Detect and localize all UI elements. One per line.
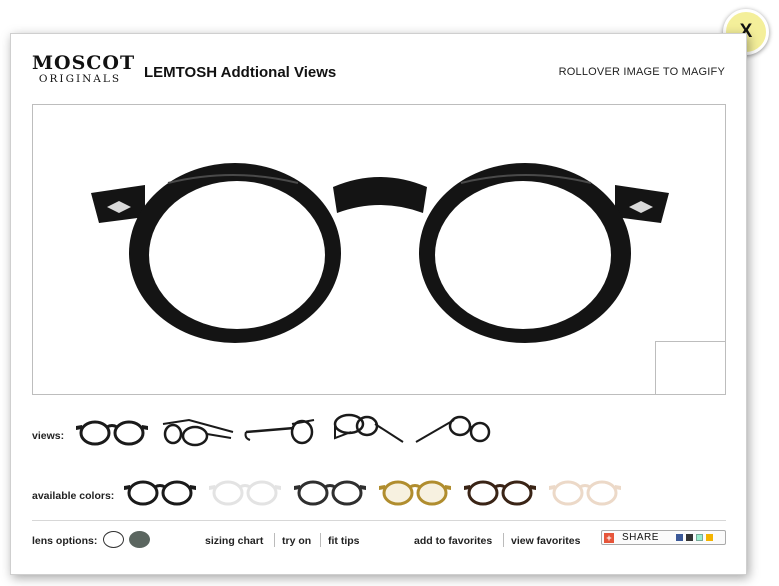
main-glasses-image[interactable] <box>33 105 727 396</box>
moscot-logo: MOSCOT ORIGINALS <box>32 52 136 85</box>
view-thumb-perspective[interactable] <box>414 412 492 448</box>
share-label: SHARE <box>622 532 659 543</box>
fit-tips-link[interactable]: fit tips <box>328 535 360 547</box>
view-thumb-front[interactable] <box>74 414 150 448</box>
zoom-preview-box <box>655 341 726 395</box>
lens-option-clear[interactable] <box>103 531 124 548</box>
views-label: views: <box>32 430 65 442</box>
zoom-hint: ROLLOVER IMAGE TO MAGIFY <box>558 66 725 78</box>
link-separator <box>320 533 321 547</box>
logo-line1: MOSCOT <box>32 52 136 74</box>
delicious-icon <box>686 534 693 541</box>
color-thumb-honey[interactable] <box>377 474 453 508</box>
view-thumb-angle[interactable] <box>159 414 235 448</box>
add-to-favorites-link[interactable]: add to favorites <box>414 535 492 547</box>
link-separator <box>274 533 275 547</box>
color-thumb-tortoise[interactable] <box>462 474 538 508</box>
color-thumb-blonde[interactable] <box>547 474 623 508</box>
digg-icon <box>696 534 703 541</box>
color-thumb-grey[interactable] <box>292 474 368 508</box>
facebook-icon <box>676 534 683 541</box>
view-thumb-side[interactable] <box>244 414 320 448</box>
logo-line2: ORIGINALS <box>38 73 122 85</box>
divider <box>32 520 726 521</box>
modal-dialog: MOSCOT ORIGINALS LEMTOSH Addtional Views… <box>10 33 747 575</box>
plus-icon: + <box>604 533 614 543</box>
try-on-link[interactable]: try on <box>282 535 311 547</box>
page-title: LEMTOSH Addtional Views <box>144 64 337 81</box>
view-thumb-back-angle[interactable] <box>329 412 405 448</box>
main-image-viewer[interactable] <box>32 104 726 395</box>
link-separator <box>503 533 504 547</box>
color-thumb-black[interactable] <box>122 474 198 508</box>
lens-option-grey[interactable] <box>129 531 150 548</box>
sizing-chart-link[interactable]: sizing chart <box>205 535 263 547</box>
color-thumb-crystal[interactable] <box>207 474 283 508</box>
share-button[interactable]: + SHARE <box>601 530 726 545</box>
lens-options-label: lens options: <box>32 535 98 547</box>
colors-label: available colors: <box>32 490 115 502</box>
windows-icon <box>706 534 713 541</box>
view-favorites-link[interactable]: view favorites <box>511 535 580 547</box>
